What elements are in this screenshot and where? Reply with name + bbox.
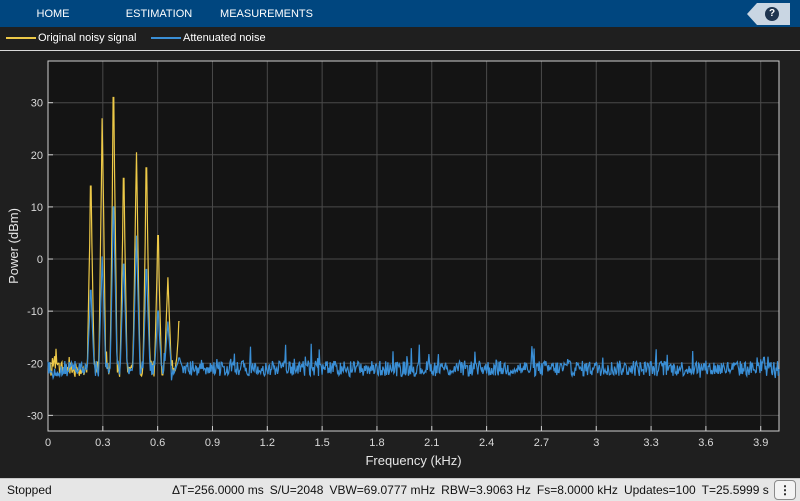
y-tick-label: 10 (31, 202, 43, 214)
status-delta-t: ΔT=256.0000 ms (172, 483, 264, 497)
x-tick-label: 0 (45, 437, 51, 449)
vertical-ellipsis-icon[interactable]: ⋮ (774, 480, 796, 500)
x-axis-label: Frequency (kHz) (365, 453, 461, 468)
x-tick-label: 3 (593, 437, 599, 449)
legend-swatch-attenuated (151, 37, 181, 40)
x-tick-label: 0.3 (95, 437, 110, 449)
y-tick-label: -30 (27, 410, 43, 422)
legend-item-original[interactable]: Original noisy signal (6, 27, 136, 50)
x-tick-label: 3.6 (698, 437, 713, 449)
y-tick-label: -20 (27, 358, 43, 370)
x-tick-label: 0.6 (150, 437, 165, 449)
x-tick-label: 0.9 (205, 437, 220, 449)
y-tick-label: 0 (37, 254, 43, 266)
status-bar: Stopped ΔT=256.0000 ms S/U=2048 VBW=69.077… (0, 478, 800, 501)
x-tick-label: 2.4 (479, 437, 494, 449)
legend-swatch-original (6, 37, 36, 40)
x-tick-label: 1.5 (314, 437, 329, 449)
tab-home[interactable]: HOME (26, 0, 80, 27)
question-mark-icon: ? (765, 7, 779, 21)
x-tick-label: 1.8 (369, 437, 384, 449)
x-tick-label: 3.3 (643, 437, 658, 449)
x-tick-label: 2.7 (534, 437, 549, 449)
y-axis-label: Power (dBm) (6, 208, 21, 284)
y-tick-label: 30 (31, 98, 43, 110)
status-rbw: RBW=3.9063 Hz (441, 483, 531, 497)
legend: Original noisy signal Attenuated noise (0, 27, 800, 51)
spectrum-plot: 0 0.3 0.6 0.9 1.2 1.5 1.8 2.1 2.4 2.7 3 3.3 3.6 3.9 -3… (6, 60, 780, 468)
y-tick-label: -10 (27, 306, 43, 318)
status-samples-per-update: S/U=2048 (269, 483, 324, 497)
x-tick-label: 3.9 (753, 437, 768, 449)
status-time: T=25.5999 s (701, 483, 769, 497)
x-tick-label: 2.1 (424, 437, 439, 449)
legend-label-attenuated: Attenuated noise (183, 32, 266, 44)
status-vbw: VBW=69.0777 mHz (329, 483, 436, 497)
legend-label-original: Original noisy signal (38, 32, 137, 44)
status-fs: Fs=8.0000 kHz (536, 483, 618, 497)
status-updates: Updates=100 (623, 483, 696, 497)
tab-measurements[interactable]: MEASUREMENTS (216, 0, 317, 27)
y-tick-label: 20 (31, 150, 43, 162)
legend-item-attenuated[interactable]: Attenuated noise (151, 27, 266, 50)
status-state: Stopped (7, 483, 52, 497)
x-tick-label: 1.2 (260, 437, 275, 449)
toolstrip: HOME ESTIMATION MEASUREMENTS ? (0, 0, 800, 27)
help-button[interactable]: ? (747, 3, 790, 25)
status-readouts: ΔT=256.0000 ms S/U=2048 VBW=69.0777 mHz RBW… (172, 479, 775, 501)
tab-estimation[interactable]: ESTIMATION (118, 0, 200, 27)
